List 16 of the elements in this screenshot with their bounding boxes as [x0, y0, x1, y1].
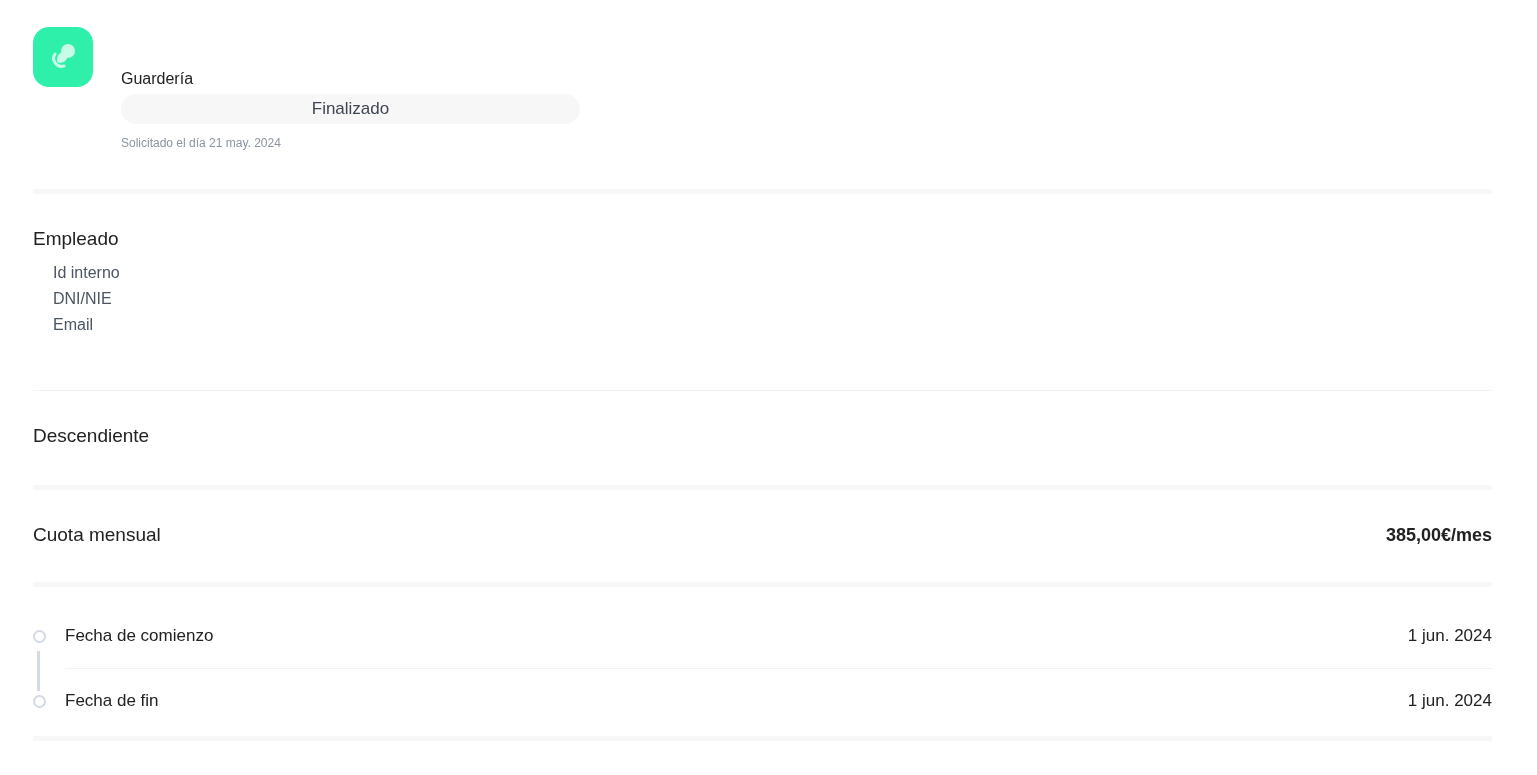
status-badge: Finalizado	[121, 94, 580, 124]
pacifier-icon	[33, 27, 93, 87]
field-label: DNI/NIE	[53, 289, 113, 309]
date-label: Fecha de fin	[65, 690, 159, 712]
date-label: Fecha de comienzo	[65, 625, 214, 647]
fee-label: Cuota mensual	[33, 523, 161, 547]
field-label: Email	[53, 315, 94, 335]
timeline-line	[37, 651, 40, 691]
field-label: Id interno	[53, 263, 121, 283]
date-value: 1 jun. 2024	[1407, 690, 1492, 712]
section-heading: Descendiente	[33, 424, 151, 448]
section-heading: Empleado	[33, 227, 120, 251]
fee-value: 385,00€/mes	[1385, 524, 1492, 547]
request-date: Solicitado el día 21 may. 2024	[121, 135, 282, 152]
service-title: Guardería	[121, 69, 195, 89]
date-value: 1 jun. 2024	[1407, 625, 1492, 647]
